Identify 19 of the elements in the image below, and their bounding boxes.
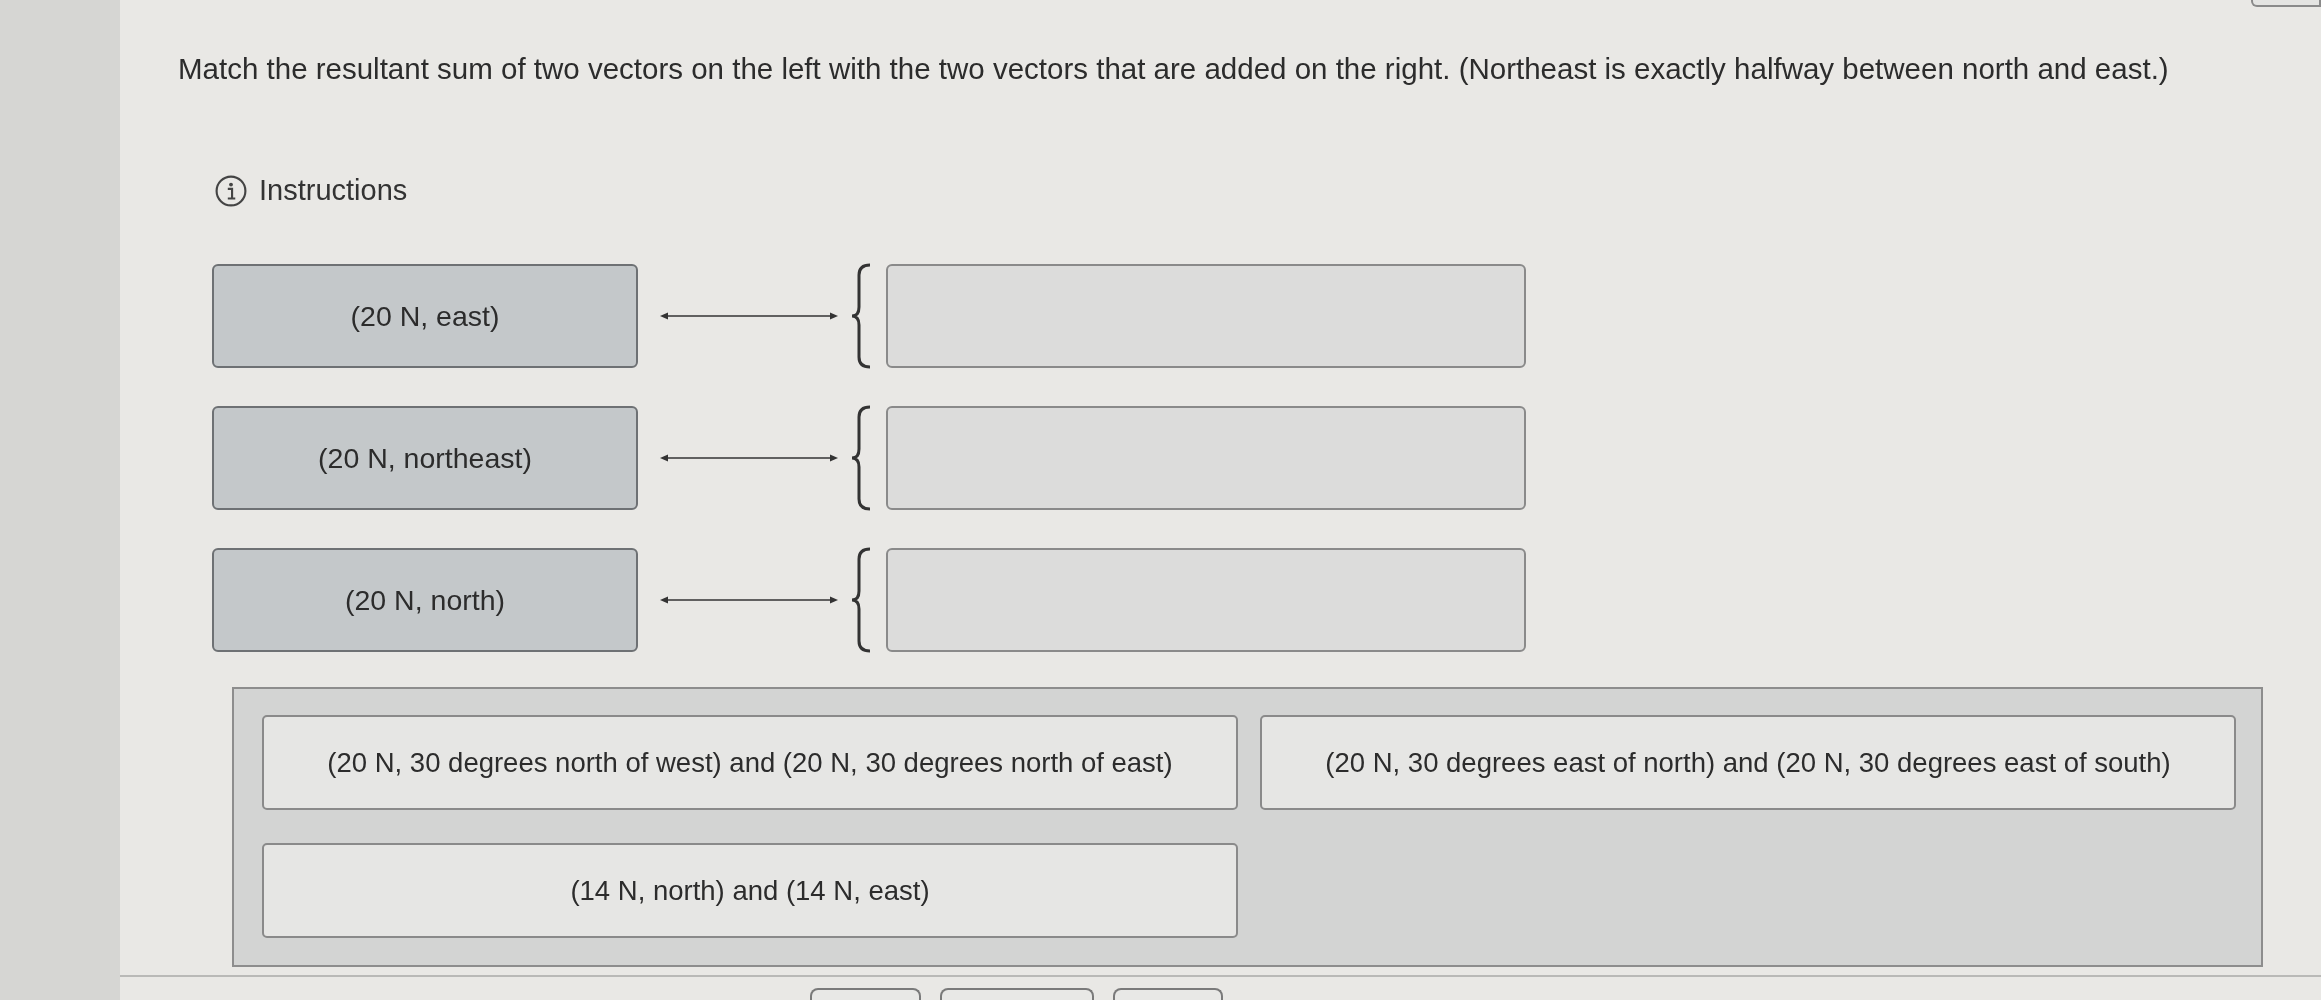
- prompt-card: (20 N, east): [212, 264, 638, 368]
- answer-choice-card[interactable]: (20 N, 30 degrees east of north) and (20 N, 30 degrees east of south): [1260, 715, 2236, 810]
- prompt-card: (20 N, north): [212, 548, 638, 652]
- partial-button[interactable]: [2251, 0, 2321, 7]
- partial-button[interactable]: [1113, 988, 1223, 1000]
- answer-choice-card[interactable]: (20 N, 30 degrees north of west) and (20 N, 30 degrees north of east): [262, 715, 1238, 810]
- curly-brace-icon: [850, 263, 872, 369]
- curly-brace-icon: [850, 547, 872, 653]
- info-icon: [215, 174, 247, 207]
- prompt-card: (20 N, northeast): [212, 406, 638, 510]
- answer-drop-field[interactable]: [886, 406, 1526, 510]
- curly-brace-icon: [850, 405, 872, 511]
- answer-drop-field[interactable]: [886, 548, 1526, 652]
- answer-drop-field[interactable]: [886, 264, 1526, 368]
- instructions-button[interactable]: Instructions: [215, 174, 408, 207]
- question-text: Match the resultant sum of two vectors on the left with the two vectors that are added on the right. (Northeast is exactly halfway between north and east.): [178, 52, 2170, 86]
- partial-button[interactable]: [940, 988, 1094, 1000]
- partial-button[interactable]: [810, 988, 921, 1000]
- answer-choice-card[interactable]: (14 N, north) and (14 N, east): [262, 843, 1238, 938]
